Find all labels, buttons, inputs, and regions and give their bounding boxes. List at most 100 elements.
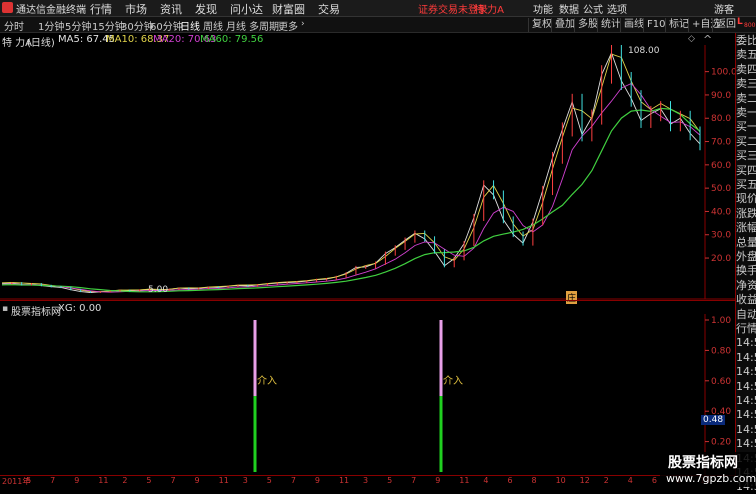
price-chart[interactable]: 100.0 90.0 80.0 70.0 60.0 50.0 40.0 30.0 20.0 bbox=[0, 45, 735, 300]
menu-data[interactable]: 数据 bbox=[559, 1, 579, 16]
app-title: 通达信金融终端 bbox=[16, 5, 86, 16]
menu-discover[interactable]: 发现 bbox=[195, 1, 217, 17]
signal-label-2: 介入 bbox=[443, 376, 463, 387]
time-axis-tick-label: 7 bbox=[290, 476, 296, 485]
indicator-y-tick-label: 0.60 bbox=[711, 377, 731, 387]
sidebar-item[interactable]: 卖三 bbox=[736, 76, 756, 91]
time-axis-tick-label: 11 bbox=[98, 476, 109, 485]
low-price-annotation: 5.00 bbox=[148, 285, 169, 295]
signal-label-1: 介入 bbox=[257, 376, 277, 387]
chart-header: 特 力A (日线) MA5: 67.45 MA10: 68.37 MA20: 7… bbox=[0, 33, 735, 49]
price-y-axis: 100.0 90.0 80.0 70.0 60.0 50.0 40.0 30.0 20.0 bbox=[705, 68, 735, 264]
tab-60min[interactable]: 60分钟 bbox=[150, 18, 183, 33]
menu-functions[interactable]: 功能 bbox=[533, 1, 553, 16]
price-y-tick-label: 90.0 bbox=[711, 91, 731, 101]
sidebar-item[interactable]: 14:5 bbox=[736, 379, 756, 394]
sidebar-item[interactable]: 自动 bbox=[736, 307, 756, 322]
indicator-value: XG: 0.00 bbox=[58, 303, 102, 314]
tab-monthly[interactable]: 月线 bbox=[226, 18, 246, 33]
btn-back[interactable]: 返回 bbox=[712, 18, 739, 32]
sidebar-item[interactable]: 买一 bbox=[736, 119, 756, 134]
time-axis-tick-label: 7 bbox=[170, 476, 176, 485]
sidebar-item[interactable]: 14:5 bbox=[736, 393, 756, 408]
price-y-tick-label: 30.0 bbox=[711, 231, 731, 241]
time-axis-tick-label: 6 bbox=[651, 476, 657, 485]
tab-more[interactable]: 更多 bbox=[278, 18, 298, 33]
series-ma60-line bbox=[1, 107, 701, 293]
sidebar-item[interactable]: 涨跌 bbox=[736, 206, 756, 221]
time-axis-tick-label: 10 bbox=[555, 476, 566, 485]
sidebar-item[interactable]: 14:5 bbox=[736, 422, 756, 437]
time-axis-tick-label: 11 bbox=[459, 476, 470, 485]
sidebar-item[interactable]: 14:5 bbox=[736, 364, 756, 379]
tab-intraday[interactable]: 分时 bbox=[4, 18, 24, 33]
ma60-label: MA60: 79.56 bbox=[200, 34, 264, 45]
time-axis-tick-label: 3 bbox=[363, 476, 369, 485]
menu-formula[interactable]: 公式 bbox=[583, 1, 603, 16]
time-axis-tick-label: 2 bbox=[603, 476, 609, 485]
panel-divider bbox=[0, 300, 735, 301]
sidebar-item[interactable]: 净资 bbox=[736, 278, 756, 293]
series-ma5-line bbox=[1, 51, 701, 293]
watermark-url: www.7gpzb.com bbox=[666, 472, 756, 485]
sidebar-level-badge: L bbox=[737, 17, 743, 27]
sidebar-item[interactable]: 卖四 bbox=[736, 62, 756, 77]
menu-trade[interactable]: 交易 bbox=[318, 1, 340, 17]
sidebar-item[interactable]: 外盘 bbox=[736, 249, 756, 264]
time-axis-tick-label: 9 bbox=[74, 476, 80, 485]
time-axis-tick-label: 12 bbox=[579, 476, 590, 485]
tab-30min[interactable]: 30分钟 bbox=[121, 18, 154, 33]
sidebar-item[interactable]: 14:5 bbox=[736, 335, 756, 350]
menu-ask[interactable]: 问小达 bbox=[230, 1, 263, 17]
time-axis-tick-label: 5 bbox=[266, 476, 272, 485]
sidebar-item[interactable]: 行情 bbox=[736, 321, 756, 336]
sidebar-item[interactable]: 总量 bbox=[736, 235, 756, 250]
indicator-settings-icon[interactable]: ▪ bbox=[2, 304, 8, 314]
sidebar-item[interactable]: 买四 bbox=[736, 163, 756, 178]
sidebar-item[interactable]: 现价 bbox=[736, 191, 756, 206]
sidebar-item[interactable]: 买三 bbox=[736, 148, 756, 163]
sidebar-item[interactable]: 卖二 bbox=[736, 91, 756, 106]
sidebar-item[interactable]: 买二 bbox=[736, 134, 756, 149]
sidebar-item[interactable]: 14:5 bbox=[736, 436, 756, 451]
sidebar-item[interactable]: 卖一 bbox=[736, 105, 756, 120]
tab-5min[interactable]: 5分钟 bbox=[65, 18, 91, 33]
menu-market[interactable]: 市场 bbox=[125, 1, 147, 17]
indicator-header: ▪ 股票指标网 XG: 0.00 bbox=[0, 302, 735, 318]
more-chevron-icon[interactable]: › bbox=[301, 19, 305, 29]
sidebar-item[interactable]: 卖五 bbox=[736, 47, 756, 62]
sidebar-item[interactable]: 换手 bbox=[736, 263, 756, 278]
diamond-icon[interactable]: ◇ bbox=[688, 34, 695, 44]
menu-quotes[interactable]: 行情 bbox=[90, 1, 112, 17]
current-stock-name: 特 力A bbox=[474, 5, 505, 16]
price-y-tick-label: 20.0 bbox=[711, 254, 731, 264]
time-axis-tick-label: 11 bbox=[218, 476, 229, 485]
series-ma10-line bbox=[1, 53, 701, 293]
menu-wealth[interactable]: 财富圈 bbox=[272, 1, 305, 17]
tab-1min[interactable]: 1分钟 bbox=[38, 18, 64, 33]
indicator-chart[interactable]: 1.000.800.600.400.20 bbox=[0, 314, 735, 475]
menu-news[interactable]: 资讯 bbox=[160, 1, 182, 17]
sidebar-item[interactable]: 14:5 bbox=[736, 350, 756, 365]
indicator-y-tick-label: 0.80 bbox=[711, 346, 731, 356]
price-y-tick-label: 70.0 bbox=[711, 138, 731, 148]
tab-weekly[interactable]: 周线 bbox=[203, 18, 223, 33]
tab-daily[interactable]: 日线 bbox=[180, 18, 200, 33]
sidebar-item[interactable]: 涨幅 bbox=[736, 220, 756, 235]
tab-multi-period[interactable]: 多周期 bbox=[249, 18, 279, 33]
price-y-tick-label: 50.0 bbox=[711, 184, 731, 194]
tab-15min[interactable]: 15分钟 bbox=[92, 18, 125, 33]
menu-options[interactable]: 选项 bbox=[607, 1, 627, 16]
sidebar-item[interactable]: 委比 bbox=[736, 33, 756, 48]
sidebar-item[interactable]: 14:5 bbox=[736, 407, 756, 422]
sidebar-item[interactable]: 买五 bbox=[736, 177, 756, 192]
price-y-tick-label: 80.0 bbox=[711, 114, 731, 124]
time-axis-tick-label: 5 bbox=[146, 476, 152, 485]
sidebar-item[interactable]: 收益 bbox=[736, 292, 756, 307]
user-guest[interactable]: 游客 bbox=[714, 1, 734, 16]
watermark-title: 股票指标网 bbox=[668, 455, 738, 471]
time-axis-tick-label: 11 bbox=[338, 476, 350, 485]
title-bar: 通达信金融终端 行情 市场 资讯 发现 问小达 财富圈 交易 证券交易未登录 特… bbox=[0, 0, 756, 17]
time-axis-tick-label: 6 bbox=[507, 476, 513, 485]
time-axis-tick-label: 7 bbox=[50, 476, 56, 485]
